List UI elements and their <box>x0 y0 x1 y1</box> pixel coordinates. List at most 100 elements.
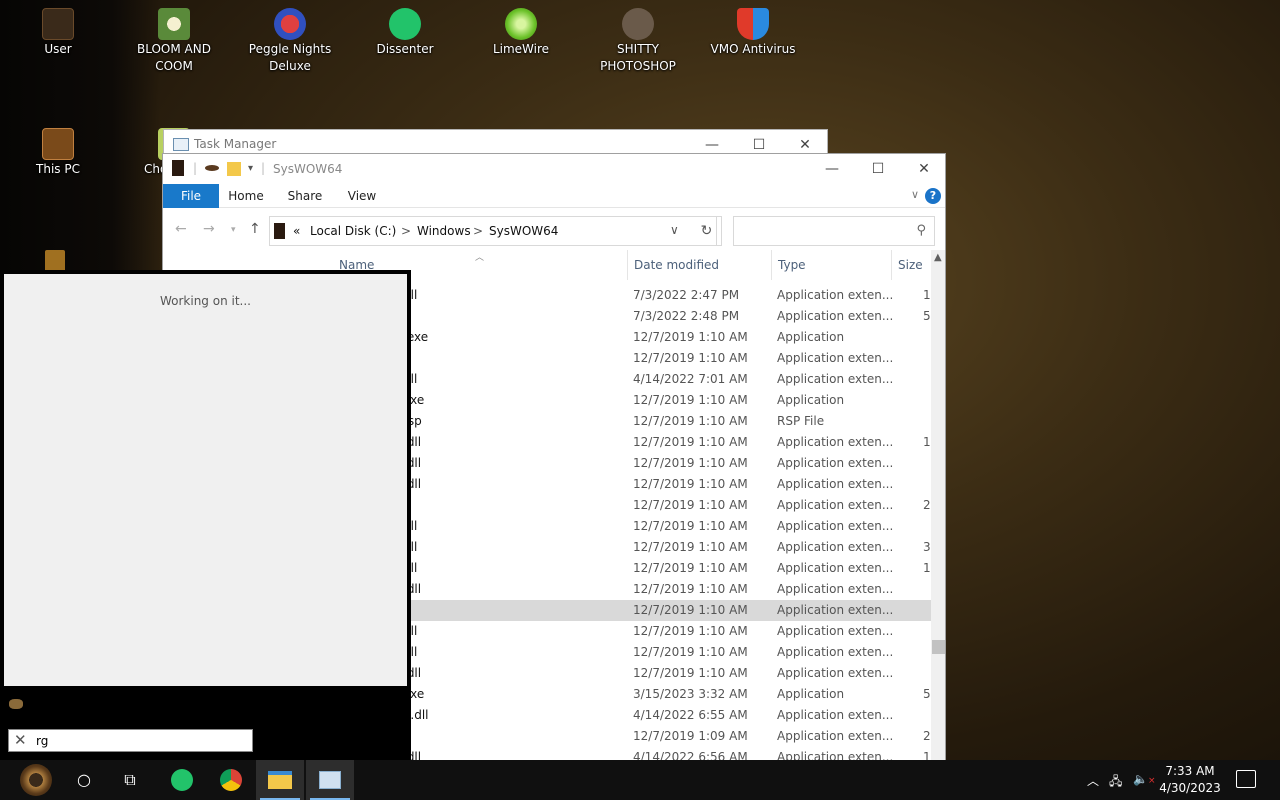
new-folder-icon[interactable] <box>227 162 241 176</box>
file-size: 1 <box>923 288 931 302</box>
shield-icon <box>737 8 769 40</box>
taskbar-file-explorer[interactable] <box>256 760 304 800</box>
properties-icon[interactable] <box>205 165 219 171</box>
desktop-icon-dissenter[interactable]: Dissenter <box>357 8 453 58</box>
column-header-size[interactable]: Size <box>891 250 933 280</box>
address-history-chevron-icon[interactable]: ∨ <box>670 223 679 237</box>
desktop-icon-label: VMO Antivirus <box>710 42 796 56</box>
close-icon[interactable]: ✕ <box>14 731 27 749</box>
desktop-icon-label: SHITTY PHOTOSHOP <box>600 42 676 73</box>
breadcrumb-syswow64[interactable]: SysWOW64 <box>489 224 558 238</box>
breadcrumb-overflow[interactable]: « <box>293 224 300 238</box>
help-icon[interactable]: ? <box>925 188 941 204</box>
desktop-icon-vmo-antivirus[interactable]: VMO Antivirus <box>705 8 801 58</box>
window-title: Task Manager <box>194 137 277 151</box>
show-hidden-icons-icon[interactable]: ︿ <box>1087 772 1099 789</box>
forward-arrow-icon[interactable]: → <box>203 221 215 237</box>
file-date-modified: 12/7/2019 1:10 AM <box>633 498 748 512</box>
file-date-modified: 12/7/2019 1:10 AM <box>633 603 748 617</box>
breadcrumb-separator[interactable]: > <box>473 224 483 238</box>
file-size: 1 <box>923 435 931 449</box>
tab-file[interactable]: File <box>163 184 219 208</box>
desktop-icon-limewire[interactable]: LimeWire <box>473 8 569 58</box>
recent-locations-chevron-icon[interactable]: ▾ <box>231 225 236 235</box>
vertical-scrollbar[interactable]: ▲ <box>931 250 945 767</box>
desktop-icon-shitty-photoshop[interactable]: SHITTY PHOTOSHOP <box>590 8 686 75</box>
breadcrumb-separator[interactable]: > <box>401 224 411 238</box>
refresh-button[interactable]: ↻ <box>692 216 722 246</box>
scroll-up-arrow-icon[interactable]: ▲ <box>934 252 942 263</box>
desktop-icon-label: Peggle Nights Deluxe <box>248 42 332 73</box>
file-date-modified: 12/7/2019 1:10 AM <box>633 477 748 491</box>
file-type: Application exten... <box>777 435 894 449</box>
desktop-icon-label: LimeWire <box>492 42 550 56</box>
breadcrumb-local-disk[interactable]: Local Disk (C:) <box>310 224 396 238</box>
desktop-icon-label: BLOOM AND COOM <box>137 42 211 73</box>
expand-ribbon-chevron-icon[interactable]: ∨ <box>911 188 919 201</box>
file-date-modified: 12/7/2019 1:10 AM <box>633 519 748 533</box>
dissenter-icon <box>171 769 193 791</box>
taskbar-clock[interactable]: 7:33 AM 4/30/2023 <box>1152 763 1228 797</box>
file-size: 3 <box>923 540 931 554</box>
user-avatar-icon <box>9 699 23 709</box>
breadcrumb-windows[interactable]: Windows <box>417 224 471 238</box>
file-date-modified: 7/3/2022 2:47 PM <box>633 288 740 302</box>
close-button[interactable]: ✕ <box>901 154 945 184</box>
search-box[interactable]: ✕ <box>8 729 253 752</box>
taskbar-dissenter[interactable] <box>158 760 206 800</box>
file-size: 5 <box>923 309 931 323</box>
maximize-button[interactable]: ☐ <box>855 154 901 184</box>
tab-view[interactable]: View <box>339 184 385 208</box>
search-input[interactable]: ⚲ <box>733 216 935 246</box>
file-date-modified: 4/14/2022 7:01 AM <box>633 372 748 386</box>
file-type: Application exten... <box>777 603 894 617</box>
task-view-icon[interactable]: ⧉ <box>106 760 154 800</box>
address-bar[interactable]: « Local Disk (C:) > Windows > SysWOW64 ∨ <box>269 216 717 246</box>
start-button[interactable] <box>10 760 62 800</box>
dissenter-icon <box>389 8 421 40</box>
back-arrow-icon[interactable]: ← <box>175 221 187 237</box>
file-date-modified: 12/7/2019 1:10 AM <box>633 456 748 470</box>
desktop-icon-label: This PC <box>36 162 80 176</box>
tab-share[interactable]: Share <box>281 184 329 208</box>
search-circle-icon[interactable]: ○ <box>60 760 108 800</box>
taskbar-task-manager[interactable] <box>306 760 354 800</box>
desktop-icon-label: Dissenter <box>376 42 434 56</box>
sort-ascending-icon: ︿ <box>475 253 485 263</box>
quick-access-divider: | <box>193 161 198 175</box>
column-header-type[interactable]: Type <box>771 250 891 280</box>
clock-time: 7:33 AM <box>1165 764 1215 778</box>
limewire-icon <box>505 8 537 40</box>
tab-home[interactable]: Home <box>223 184 269 208</box>
file-type: RSP File <box>777 414 825 428</box>
desktop-icon-user[interactable]: User <box>10 8 106 58</box>
scrollbar-thumb[interactable] <box>932 640 945 654</box>
desktop-icon-peggle-nights[interactable]: Peggle Nights Deluxe <box>242 8 338 75</box>
computer-icon <box>42 128 74 160</box>
desktop-icon-bloom-and-coom[interactable]: BLOOM AND COOM <box>126 8 222 75</box>
chevron-down-icon[interactable]: ▾ <box>248 163 253 174</box>
network-icon[interactable]: 🖧 <box>1109 772 1122 793</box>
peggle-icon <box>274 8 306 40</box>
title-divider: | <box>261 161 266 175</box>
action-center-icon[interactable] <box>1236 770 1256 788</box>
taskbar-chrome[interactable] <box>207 760 255 800</box>
window-title: SysWOW64 <box>273 162 343 176</box>
file-date-modified: 12/7/2019 1:10 AM <box>633 330 748 344</box>
search-status-text: Working on it... <box>159 294 251 308</box>
file-size: 5 <box>923 687 931 701</box>
file-type: Application exten... <box>777 582 894 596</box>
chrome-icon <box>220 769 242 791</box>
file-date-modified: 12/7/2019 1:10 AM <box>633 414 748 428</box>
minimize-button[interactable]: — <box>809 154 855 184</box>
up-arrow-icon[interactable]: ↑ <box>249 221 261 237</box>
desktop-icon-this-pc[interactable]: This PC <box>10 128 106 178</box>
search-query-input[interactable] <box>36 732 246 749</box>
title-bar[interactable]: | ▾ | SysWOW64 — ☐ ✕ <box>163 154 945 184</box>
user-folder-icon <box>42 8 74 40</box>
file-type: Application exten... <box>777 498 894 512</box>
recycle-bin-icon[interactable] <box>45 250 65 272</box>
file-type: Application <box>777 330 845 344</box>
column-header-date-modified[interactable]: Date modified <box>627 250 771 280</box>
search-icon: ⚲ <box>916 223 926 238</box>
